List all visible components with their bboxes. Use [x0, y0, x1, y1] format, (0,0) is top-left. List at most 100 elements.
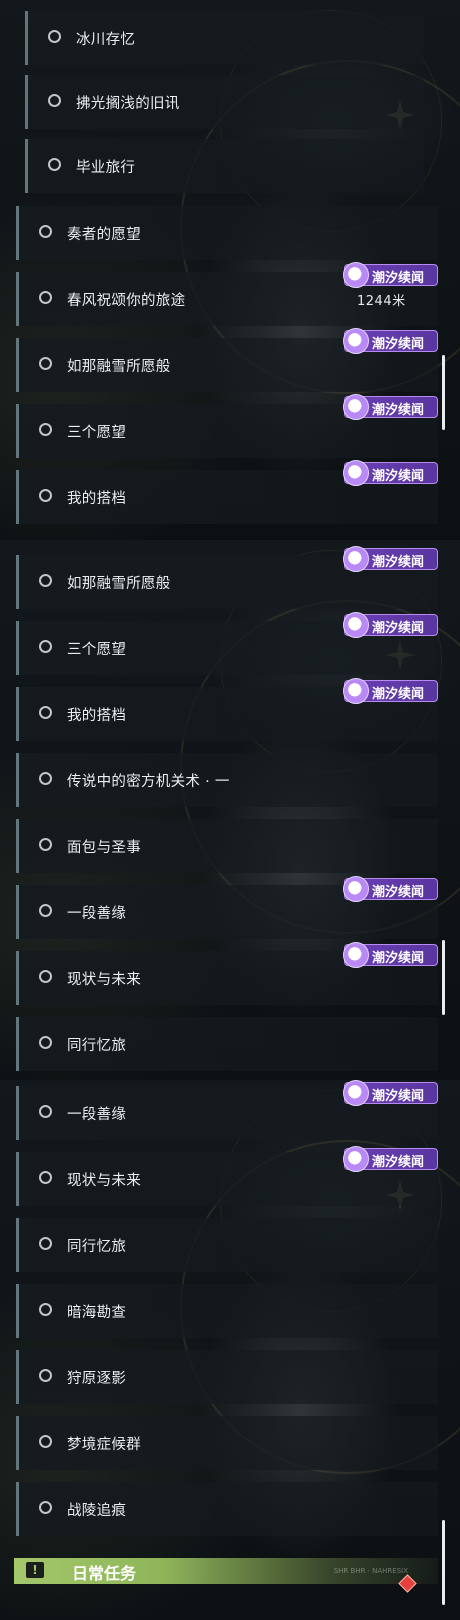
tide-sequel-tag: 潮汐续闻 — [343, 546, 438, 572]
hollow-circle-icon — [39, 706, 52, 719]
tag-label: 潮汐续闻 — [372, 951, 425, 966]
quest-label: 一段善缘 — [67, 1107, 127, 1123]
quest-label: 三个愿望 — [67, 425, 127, 441]
hollow-circle-icon — [39, 1303, 52, 1316]
tide-sequel-tag: 潮汐续闻 — [343, 460, 438, 486]
tag-label: 潮汐续闻 — [372, 621, 425, 636]
tide-swirl-icon — [343, 394, 369, 420]
tide-sequel-tag: 潮汐续闻 — [343, 876, 438, 902]
daily-quest-header[interactable]: ! 日常任务 SHR BHR · NAHRESIX — [14, 1558, 438, 1593]
hollow-circle-icon — [39, 1036, 52, 1049]
quest-label: 同行忆旅 — [67, 1038, 127, 1054]
quest-label: 如那融雪所愿般 — [67, 576, 171, 592]
daily-quest-label: 日常任务 — [72, 1564, 137, 1583]
tide-swirl-icon — [343, 1146, 369, 1172]
tide-swirl-icon — [343, 612, 369, 638]
quest-item[interactable]: 面包与圣事 — [16, 819, 438, 873]
tide-sequel-tag: 潮汐续闻 — [343, 262, 438, 288]
quest-label: 暗海勘查 — [67, 1305, 127, 1321]
quest-panel-3: 一段善缘 现状与未来 同行忆旅 暗海勘查 狩原逐影 梦境症候群 战陵追痕 潮汐续… — [0, 1080, 460, 1620]
quest-item[interactable]: 毕业旅行 — [25, 139, 424, 193]
quest-label: 梦境症候群 — [67, 1437, 141, 1453]
quest-label: 现状与未来 — [67, 1173, 141, 1189]
quest-label: 冰川存忆 — [76, 32, 136, 48]
tide-swirl-icon — [343, 678, 369, 704]
hollow-circle-icon — [48, 158, 61, 171]
hollow-circle-icon — [39, 1369, 52, 1382]
hollow-circle-icon — [39, 357, 52, 370]
quest-label: 传说中的密方机关术 · 一 — [67, 774, 230, 790]
tag-label: 潮汐续闻 — [372, 403, 425, 418]
quest-label: 现状与未来 — [67, 972, 141, 988]
hollow-circle-icon — [39, 423, 52, 436]
hollow-circle-icon — [39, 838, 52, 851]
scrollbar[interactable] — [442, 1520, 445, 1605]
tide-swirl-icon — [343, 328, 369, 354]
tide-sequel-tag: 潮汐续闻 — [343, 942, 438, 968]
hollow-circle-icon — [39, 291, 52, 304]
quest-label: 毕业旅行 — [76, 160, 136, 176]
tide-swirl-icon — [343, 1080, 369, 1106]
quest-item[interactable]: 同行忆旅 — [16, 1017, 438, 1071]
hollow-circle-icon — [39, 1171, 52, 1184]
daily-quest-caption: SHR BHR · NAHRESIX — [333, 1567, 408, 1575]
tag-label: 潮汐续闻 — [372, 1155, 425, 1170]
tide-swirl-icon — [343, 262, 369, 288]
tag-label: 潮汐续闻 — [372, 555, 425, 570]
quest-label: 同行忆旅 — [67, 1239, 127, 1255]
scrollbar[interactable] — [442, 355, 445, 430]
tag-label: 潮汐续闻 — [372, 1089, 425, 1104]
quest-item[interactable]: 同行忆旅 — [16, 1218, 438, 1272]
tide-sequel-tag: 潮汐续闻 — [343, 1146, 438, 1172]
tide-sequel-tag: 潮汐续闻 — [343, 678, 438, 704]
hollow-circle-icon — [39, 1501, 52, 1514]
quest-distance: 1244米 — [357, 294, 406, 309]
quest-panel-1: 冰川存忆 拂光搁浅的旧讯 毕业旅行 奏者的愿望 春风祝颂你的旅途 如那融雪所愿般… — [0, 0, 460, 540]
hollow-circle-icon — [48, 30, 61, 43]
tide-swirl-icon — [343, 460, 369, 486]
quest-item[interactable]: 拂光搁浅的旧讯 — [25, 75, 424, 129]
tide-swirl-icon — [343, 942, 369, 968]
hollow-circle-icon — [39, 574, 52, 587]
quest-label: 战陵追痕 — [67, 1503, 127, 1519]
hollow-circle-icon — [39, 904, 52, 917]
hollow-circle-icon — [39, 970, 52, 983]
quest-item[interactable]: 战陵追痕 — [16, 1482, 438, 1536]
tag-label: 潮汐续闻 — [372, 469, 425, 484]
scrollbar[interactable] — [442, 940, 445, 1015]
quest-label: 我的搭档 — [67, 491, 127, 507]
quest-item[interactable]: 暗海勘查 — [16, 1284, 438, 1338]
red-diamond-icon — [398, 1574, 417, 1593]
quest-label: 狩原逐影 — [67, 1371, 127, 1387]
hollow-circle-icon — [39, 1435, 52, 1448]
quest-item[interactable]: 狩原逐影 — [16, 1350, 438, 1404]
tag-label: 潮汐续闻 — [372, 337, 425, 352]
quest-label: 奏者的愿望 — [67, 227, 141, 243]
hollow-circle-icon — [39, 1105, 52, 1118]
quest-item[interactable]: 梦境症候群 — [16, 1416, 438, 1470]
tide-swirl-icon — [343, 876, 369, 902]
quest-panel-2: 如那融雪所愿般 三个愿望 我的搭档 传说中的密方机关术 · 一 面包与圣事 一段… — [0, 540, 460, 1080]
exclamation-icon: ! — [26, 1562, 44, 1578]
tide-sequel-tag: 潮汐续闻 — [343, 328, 438, 354]
tide-swirl-icon — [343, 546, 369, 572]
hollow-circle-icon — [39, 772, 52, 785]
quest-label: 三个愿望 — [67, 642, 127, 658]
quest-label: 拂光搁浅的旧讯 — [76, 96, 180, 112]
quest-label: 一段善缘 — [67, 906, 127, 922]
hollow-circle-icon — [39, 1237, 52, 1250]
hollow-circle-icon — [48, 94, 61, 107]
quest-item[interactable]: 奏者的愿望 — [16, 206, 438, 260]
quest-label: 我的搭档 — [67, 708, 127, 724]
tide-sequel-tag: 潮汐续闻 — [343, 612, 438, 638]
quest-item[interactable]: 冰川存忆 — [25, 11, 424, 65]
hollow-circle-icon — [39, 225, 52, 238]
tide-sequel-tag: 潮汐续闻 — [343, 394, 438, 420]
tag-label: 潮汐续闻 — [372, 885, 425, 900]
quest-label: 春风祝颂你的旅途 — [67, 293, 186, 309]
hollow-circle-icon — [39, 640, 52, 653]
tag-label: 潮汐续闻 — [372, 687, 425, 702]
quest-item[interactable]: 传说中的密方机关术 · 一 — [16, 753, 438, 807]
hollow-circle-icon — [39, 489, 52, 502]
tag-label: 潮汐续闻 — [372, 271, 425, 286]
